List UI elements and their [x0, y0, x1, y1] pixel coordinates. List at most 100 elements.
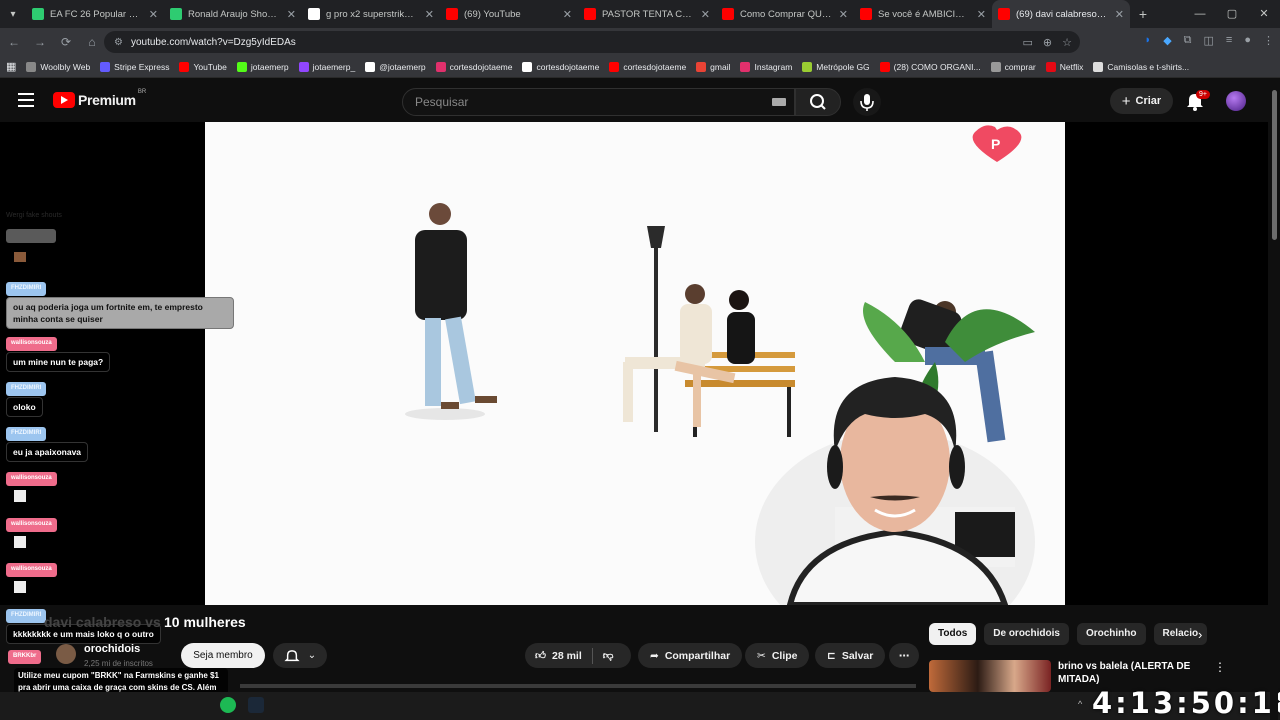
clip-button[interactable]: ✂ Clipe [745, 643, 810, 668]
bookmark-item[interactable]: jotaemerp [236, 61, 289, 72]
spotify-icon[interactable] [220, 697, 236, 713]
notification-count-badge: 9+ [1196, 90, 1210, 99]
apps-grid-icon[interactable]: ▦ [6, 60, 16, 73]
browser-tab[interactable]: Como Comprar QUALQUI ✕ [716, 0, 854, 28]
subscribed-notifications-button[interactable]: ⌄ [273, 643, 327, 668]
bookmark-item[interactable]: gmail [696, 61, 731, 72]
close-tab-icon[interactable]: ✕ [287, 8, 296, 21]
recommendation-thumbnail[interactable] [929, 660, 1051, 692]
forward-button[interactable]: → [28, 35, 52, 49]
filter-chip[interactable]: Orochinho [1076, 623, 1146, 645]
back-button[interactable]: ← [2, 35, 26, 49]
browser-tab[interactable]: Ronald Araujo Showdown ✕ [164, 0, 302, 28]
close-tab-icon[interactable]: ✕ [977, 8, 986, 21]
browser-tab[interactable]: PASTOR TENTA CONTAR I ✕ [578, 0, 716, 28]
chat-faded-line: Wergi fake shouts [6, 212, 62, 219]
bookmark-label: jotaemerp_ [312, 61, 356, 72]
bookmark-item[interactable]: Camisolas e t-shirts... [1093, 61, 1190, 72]
menu-icon[interactable] [18, 93, 34, 107]
bookmark-item[interactable]: Instagram [740, 61, 792, 72]
browser-tab[interactable]: g pro x2 superstrike - Pes ✕ [302, 0, 440, 28]
bookmark-item[interactable]: @jotaemerp [365, 61, 426, 72]
profile-avatar-icon[interactable]: ● [1244, 34, 1251, 47]
voice-search-button[interactable] [853, 88, 881, 116]
video-player[interactable]: P [205, 122, 1065, 605]
bookmark-star-icon[interactable]: ☆ [1062, 36, 1072, 49]
new-tab-button[interactable]: + [1130, 6, 1156, 22]
steam-icon[interactable] [248, 697, 264, 713]
close-tab-icon[interactable]: ✕ [701, 8, 710, 21]
like-button[interactable]: 👍︎ 28 mil [535, 649, 582, 663]
tab-title: EA FC 26 Popular Evolutio [50, 8, 143, 20]
tray-chevron-icon[interactable]: ^ [1078, 699, 1082, 709]
browser-tab[interactable]: (69) davi calabreso vs ✕ [992, 0, 1130, 28]
account-avatar[interactable] [1226, 91, 1246, 111]
more-actions-button[interactable]: ⋯ [889, 643, 919, 668]
thumbs-down-icon: 👎︎ [602, 650, 614, 662]
save-button[interactable]: ⊏ Salvar [815, 643, 886, 668]
clip-label: Clipe [771, 649, 798, 662]
extensions-puzzle-icon[interactable]: ⧉ [1184, 34, 1192, 47]
bookmark-label: Camisolas e t-shirts... [1107, 61, 1190, 72]
close-tab-icon[interactable]: ✕ [1115, 8, 1124, 21]
channel-avatar[interactable] [56, 644, 76, 664]
minimize-button[interactable]: — [1184, 0, 1216, 28]
bookmark-item[interactable]: Netflix [1045, 61, 1083, 72]
browser-toolbar: ← → ⟳ ⌂ ⚙ youtube.com/watch?v=Dzg5yIdEDA… [0, 28, 1280, 56]
share-button[interactable]: ➦ Compartilhar [638, 643, 743, 668]
bookmark-item[interactable]: cortesdojotaeme [522, 61, 599, 72]
bookmark-item[interactable]: comprar [990, 61, 1036, 72]
close-tab-icon[interactable]: ✕ [563, 8, 572, 21]
scrollbar-thumb[interactable] [1272, 90, 1277, 240]
browser-menu-icon[interactable]: ⋮ [1263, 34, 1274, 47]
bookmark-item[interactable]: YouTube [179, 61, 227, 72]
stream-overlay-clock: 4:13:50:18 [1092, 686, 1280, 720]
description-box-edge [240, 684, 916, 688]
bookmark-item[interactable]: Woolbly Web [26, 61, 90, 72]
dislike-button[interactable]: 👎︎ [603, 649, 614, 662]
address-bar[interactable]: ⚙ youtube.com/watch?v=Dzg5yIdEDAs ▭ ⊕ ☆ [104, 31, 1080, 53]
create-button[interactable]: + Criar [1110, 88, 1173, 114]
bookmark-item[interactable]: jotaemerp_ [298, 61, 356, 72]
close-tab-icon[interactable]: ✕ [149, 8, 158, 21]
reload-button[interactable]: ⟳ [54, 35, 78, 49]
browser-tab[interactable]: (69) YouTube ✕ [440, 0, 578, 28]
bookmark-item[interactable]: Metrópole GG [802, 61, 870, 72]
filter-chip[interactable]: Todos [929, 623, 977, 645]
join-membership-button[interactable]: Seja membro [181, 643, 265, 668]
bookmark-item[interactable]: (28) COMO ORGANI... [879, 61, 981, 72]
bookmark-favicon-icon [179, 61, 190, 72]
channel-name[interactable]: orochidois [84, 643, 140, 655]
browser-tab[interactable]: Se você é AMBICIOSO ma ✕ [854, 0, 992, 28]
maximize-button[interactable]: ▢ [1216, 0, 1248, 28]
keyboard-icon[interactable] [772, 98, 786, 106]
extension-icon[interactable]: ◆ [1163, 34, 1171, 47]
tab-title: g pro x2 superstrike - Pes [326, 8, 419, 20]
more-vertical-icon[interactable]: ⋮ [1214, 660, 1226, 674]
bookmark-item[interactable]: Stripe Express [100, 61, 169, 72]
bookmark-item[interactable]: cortesdojotaeme [435, 61, 512, 72]
profile-switch-icon[interactable]: ◫ [1204, 34, 1214, 47]
home-button[interactable]: ⌂ [80, 35, 104, 49]
browser-tab[interactable]: EA FC 26 Popular Evolutio ✕ [26, 0, 164, 28]
zoom-icon[interactable]: ⊕ [1043, 36, 1052, 49]
cast-icon[interactable]: ▭ [1023, 36, 1033, 49]
close-tab-icon[interactable]: ✕ [839, 8, 848, 21]
close-tab-icon[interactable]: ✕ [425, 8, 434, 21]
recommendation-title[interactable]: brino vs balela (ALERTA DE MITADA) [1058, 660, 1198, 686]
emote-icon [14, 490, 26, 502]
site-info-icon[interactable]: ⚙ [114, 37, 123, 48]
search-input[interactable]: Pesquisar [402, 88, 795, 116]
chevron-right-icon[interactable]: › [1198, 627, 1202, 642]
media-icon[interactable]: ≡ [1226, 34, 1232, 47]
bookmark-item[interactable]: cortesdojotaeme [609, 61, 686, 72]
filter-chip[interactable]: De orochidois [984, 623, 1069, 645]
recommendation-filter-chips: Todos De orochidois Orochinho Relacio [929, 623, 1208, 645]
youtube-premium-logo[interactable]: Premium BR [53, 89, 146, 108]
chat-faded-badge [6, 229, 56, 262]
close-window-button[interactable]: ✕ [1248, 0, 1280, 28]
bookmark-label: gmail [710, 61, 731, 72]
tab-search-menu-button[interactable]: ▾ [0, 0, 26, 28]
search-button[interactable] [795, 88, 841, 116]
extension-icon[interactable]: ◗ [1145, 34, 1152, 47]
